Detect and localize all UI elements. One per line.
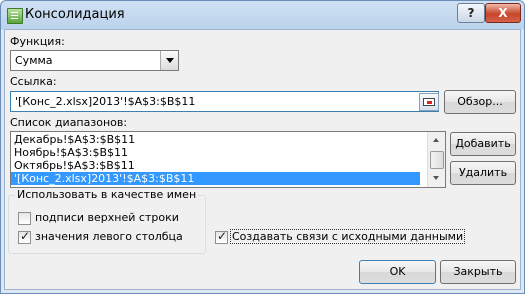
scroll-up-icon[interactable] <box>428 132 445 149</box>
collapse-dialog-icon[interactable] <box>419 93 439 111</box>
ranges-label: Список диапазонов: <box>10 116 128 129</box>
close-button[interactable]: Закрыть <box>440 260 516 284</box>
ranges-list[interactable]: Декабрь!$A$3:$B$11 Ноябрь!$A$3:$B$11 Окт… <box>10 131 446 188</box>
delete-button[interactable]: Удалить <box>450 161 516 185</box>
scroll-down-icon[interactable] <box>428 170 445 187</box>
ok-button[interactable]: OK <box>359 260 436 284</box>
scroll-thumb[interactable] <box>430 151 444 169</box>
use-labels-title: Использовать в качестве имен <box>15 188 199 201</box>
dialog-body: Функция: Сумма Ссылка: '[Конс_2.xlsx]201… <box>4 29 521 290</box>
left-column-checkbox[interactable] <box>18 229 31 244</box>
excel-icon <box>7 8 23 24</box>
ranges-scrollbar[interactable] <box>427 132 445 187</box>
reference-value: '[Конс_2.xlsx]2013'!$A$3:$B$11 <box>15 95 196 108</box>
list-item[interactable]: Декабрь!$A$3:$B$11 <box>11 133 420 146</box>
browse-button[interactable]: Обзор... <box>444 90 516 114</box>
function-value: Сумма <box>15 54 53 67</box>
list-item-selected[interactable]: '[Конс_2.xlsx]2013'!$A$3:$B$11 <box>11 172 420 185</box>
top-row-label[interactable]: подписи верхней строки <box>35 211 179 224</box>
close-window-button[interactable]: X <box>485 3 521 23</box>
top-row-checkbox[interactable] <box>18 212 31 225</box>
dialog-title: Консолидация <box>25 7 125 22</box>
list-item[interactable]: Октябрь!$A$3:$B$11 <box>11 159 420 172</box>
create-links-label[interactable]: Создавать связи с исходными данными <box>229 229 466 244</box>
help-button[interactable]: ? <box>457 3 485 23</box>
chevron-down-icon[interactable] <box>160 51 178 70</box>
consolidation-dialog: Консолидация ? X Функция: Сумма Ссылка: … <box>0 0 525 294</box>
add-button[interactable]: Добавить <box>450 132 516 156</box>
use-labels-group <box>8 195 206 254</box>
reference-label: Ссылка: <box>10 75 57 88</box>
list-item[interactable]: Ноябрь!$A$3:$B$11 <box>11 146 420 159</box>
left-column-label[interactable]: значения левого столбца <box>35 230 183 243</box>
title-bar[interactable]: Консолидация ? X <box>1 1 524 29</box>
function-select[interactable]: Сумма <box>10 50 179 71</box>
reference-input[interactable]: '[Конс_2.xlsx]2013'!$A$3:$B$11 <box>10 91 439 112</box>
create-links-checkbox[interactable] <box>215 229 228 244</box>
function-label: Функция: <box>10 35 65 48</box>
